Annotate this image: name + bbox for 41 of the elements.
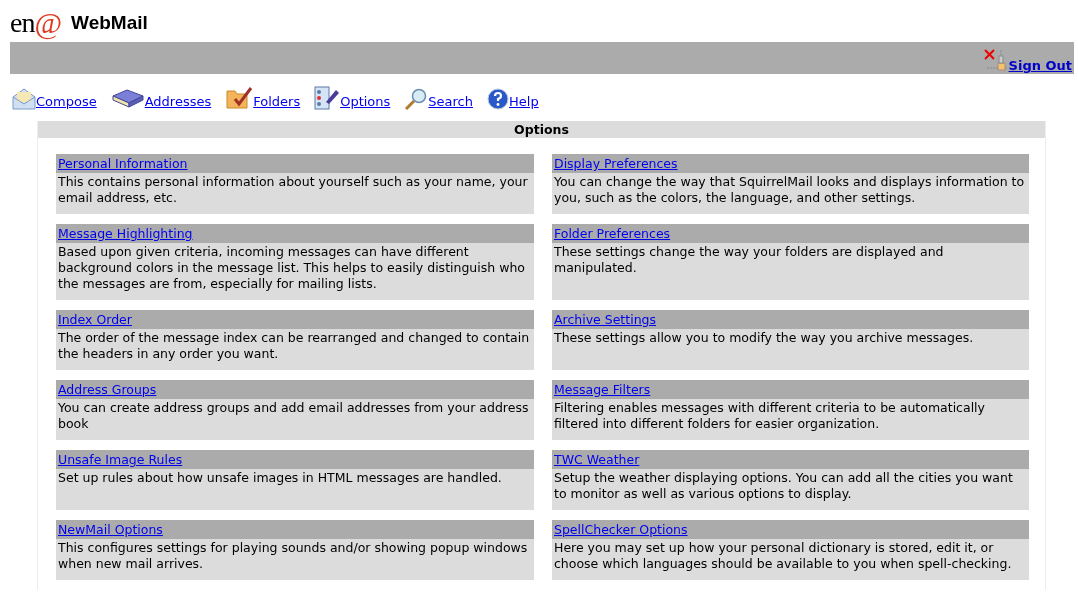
nav-link[interactable]: Options [340,94,391,109]
option-link[interactable]: Folder Preferences [554,226,671,241]
option-link[interactable]: NewMail Options [58,522,163,537]
sign-out-link[interactable]: Sign Out [1008,58,1072,73]
nav-link[interactable]: Search [428,94,473,109]
option-link[interactable]: Unsafe Image Rules [58,452,183,467]
option-description: You can create address groups and add email addresses from your address book [57,399,530,432]
option-description: This contains personal information about yourself such as your name, your email address, etc. [57,173,529,206]
option-link[interactable]: Archive Settings [554,312,656,327]
envelope-icon [12,88,36,110]
option-link[interactable]: TWC Weather [554,452,640,467]
folder-check-icon [225,86,254,110]
logo: en@ [10,6,62,40]
nav-link[interactable]: Addresses [144,94,212,109]
option-link[interactable]: Personal Information [58,156,188,171]
option-description: Based upon given criteria, incoming messages can have different background colors in the message list. This helps to easily distinguish who the messages are from, especially for mailing lists. [57,243,526,292]
option-description: Here you may set up how your personal dictionary is stored, edit it, or choose which languages should be available to you when spell-checking. [553,539,1013,572]
nav-link[interactable]: Folders [253,94,301,109]
option-description: The order of the message index can be rearranged and changed to contain the headers in any order you want. [57,329,531,362]
option-link[interactable]: Message Highlighting [58,226,193,241]
search-icon [404,88,429,110]
nav-link[interactable]: Help [509,94,539,109]
book-icon [110,88,145,110]
option-link[interactable]: Index Order [58,312,132,327]
option-link[interactable]: Display Preferences [554,156,678,171]
option-description: Filtering enables messages with different criteria to be automatically filtered into different folders for easier organization. [553,399,986,432]
settings-icon [314,86,341,110]
option-description: You can change the way that SquirrelMail looks and displays information to you, such as the colors, the language, and other settings. [553,173,1026,206]
app-title: WebMail [71,12,148,34]
option-description: Set up rules about how unsafe images in HTML messages are handled. [57,469,503,486]
option-description: These settings allow you to modify the way you archive messages. [553,329,975,346]
option-link[interactable]: Address Groups [58,382,157,397]
option-link[interactable]: Message Filters [554,382,651,397]
nav-link[interactable]: Compose [36,94,97,109]
option-description: These settings change the way your folders are displayed and manipulated. [553,243,945,276]
sign-out-icon [982,48,1009,72]
help-icon [487,88,509,110]
panel-title: Options [38,121,1045,138]
option-link[interactable]: SpellChecker Options [554,522,688,537]
option-description: Setup the weather displaying options. You can add all the cities you want to monitor as well as various options to display. [553,469,1014,502]
option-description: This configures settings for playing sounds and/or showing popup windows when new mail arrives. [57,539,529,572]
